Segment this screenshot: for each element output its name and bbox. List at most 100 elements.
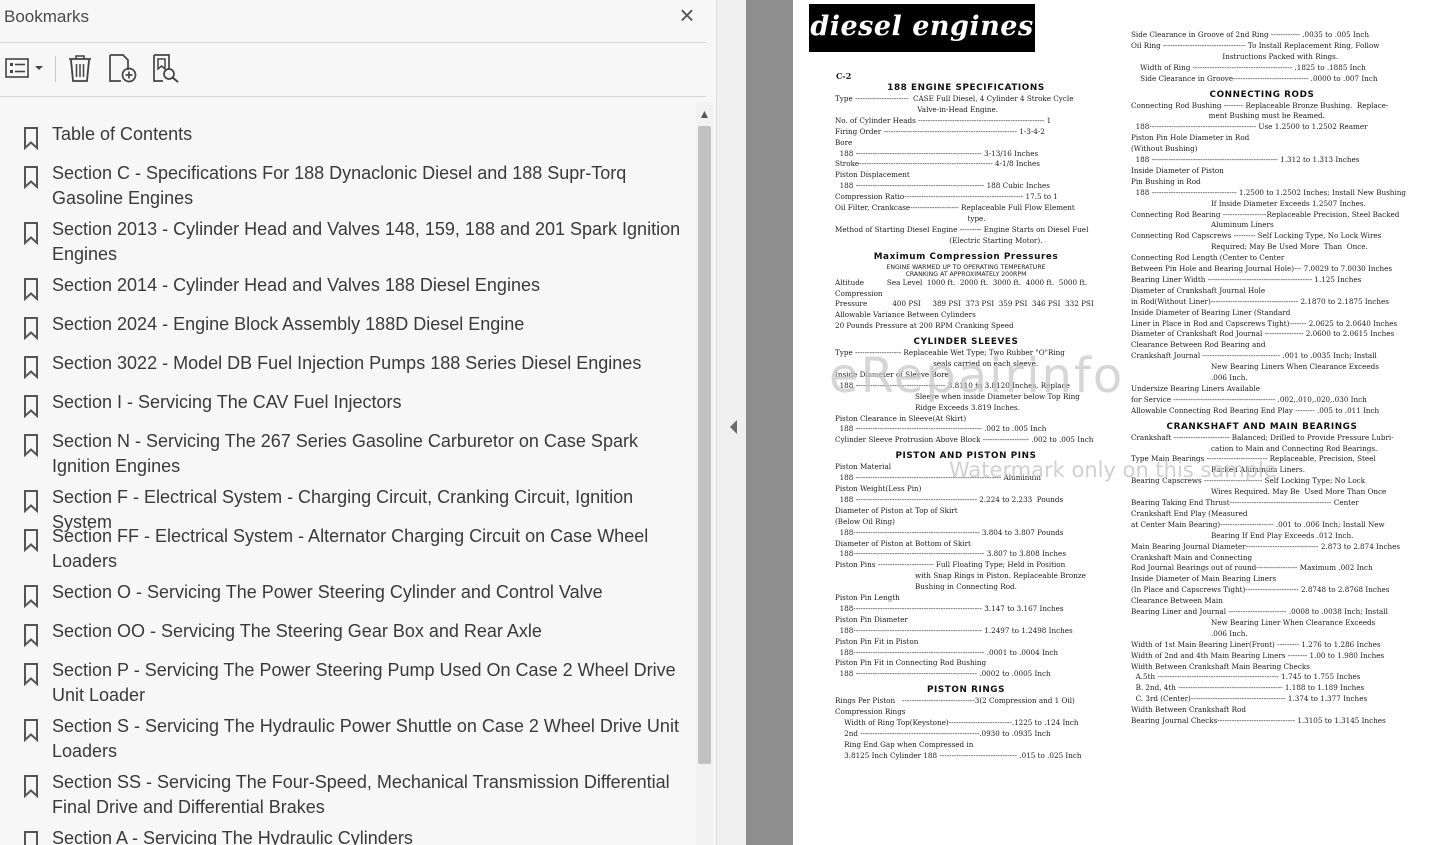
page-code: C-2	[836, 71, 852, 81]
spec-line: Connecting Rod Length (Center to Center	[1131, 253, 1285, 263]
spec-heading: 188 ENGINE SPECIFICATIONS	[887, 83, 1045, 93]
spec-line: Bearing Taking End Thrust---------------…	[1131, 498, 1359, 507]
spec-line: 3.8125 Inch Cylinder 188 ---------------…	[835, 750, 1082, 760]
spec-line: 188 ------------------------------------…	[835, 424, 1047, 434]
spec-line: Crankshaft End Play (Measured	[1131, 508, 1248, 518]
spec-heading: CYLINDER SLEEVES	[913, 337, 1019, 348]
bookmark-icon	[24, 624, 38, 647]
spec-line: 188-------------------------------------…	[1131, 122, 1368, 132]
bookmark-icon	[24, 127, 38, 150]
spec-line: 188 ------------------------------------…	[1131, 155, 1360, 164]
spec-line: Undersize Bearing Liners Available	[1131, 383, 1261, 393]
spec-line: Piston Pin Fit in Connecting Rod Bushing	[835, 658, 987, 668]
bookmark-icon	[24, 831, 38, 845]
bookmarks-panel: Bookmarks × Table of Contents Section C …	[0, 0, 716, 845]
spec-line: Piston Pins ----------------------- Full…	[835, 560, 1066, 570]
spec-line: 188-------------------------------------…	[835, 647, 1059, 657]
bookmark-icon	[24, 222, 38, 245]
bookmark-label: Section 3022 - Model DB Fuel Injection P…	[52, 353, 642, 373]
new-bookmark-button[interactable]	[104, 52, 140, 84]
spec-line: Compression Ratio-----------------------…	[835, 192, 1058, 202]
spec-heading: CRANKSHAFT AND MAIN BEARINGS	[1166, 421, 1358, 432]
collapse-panel-icon[interactable]	[728, 418, 740, 436]
spec-line: (In Place and Capscrews Tight)----------…	[1131, 585, 1390, 595]
close-icon[interactable]: ×	[676, 2, 698, 28]
spec-line: Bearing If End Play Exceeds .012 Inch.	[1131, 530, 1354, 540]
spec-line: Pressure 400 PSI 389 PSI 373 PSI 359 PSI…	[835, 299, 1094, 309]
spec-line: A.5th ----------------------------------…	[1131, 672, 1361, 682]
spec-line: ment Bushing must be Reamed.	[1131, 111, 1325, 121]
spec-line: Piston Clearance in Sleeve(At Skirt)	[835, 413, 967, 423]
spec-line: 188-------------------------------------…	[835, 527, 1064, 537]
spec-subheading: ENGINE WARMED UP TO OPERATING TEMPERATUR…	[886, 263, 1046, 271]
delete-bookmark-button[interactable]	[63, 52, 97, 84]
spec-line: Cylinder Sleeve Protrusion Above Block -…	[835, 435, 1094, 445]
spec-line: C. 3rd (Center)-------------------------…	[1131, 694, 1368, 704]
spec-line: Width Between Crankshaft Rod	[1131, 705, 1246, 715]
spec-line: Method of Starting Diesel Engine -------…	[835, 224, 1089, 234]
spec-line: B. 2nd, 4th ----------------------------…	[1131, 683, 1365, 693]
spec-line: Width of 2nd and 4th Main Bearing Liners…	[1131, 650, 1385, 660]
bookmark-label: Section 2024 - Engine Block Assembly 188…	[52, 314, 525, 334]
spec-line: Crankshaft Journal ---------------------…	[1131, 351, 1377, 361]
spec-line: Type ---------------------- CASE Full Di…	[835, 94, 1074, 103]
document-page: diesel engines C-2 188 ENGINE SPECIFICAT…	[793, 0, 1447, 845]
spec-line: .006 Inch.	[1131, 373, 1248, 382]
bookmark-label: Section P - Servicing The Power Steering…	[52, 660, 676, 705]
spec-line: at Center Main Bearing)-----------------…	[1131, 519, 1385, 529]
spec-line: Clearance Between Main	[1131, 596, 1223, 606]
bookmark-label: Section FF - Electrical System - Alterna…	[52, 526, 649, 571]
spec-line: Pin Bushing in Rod	[1131, 176, 1201, 186]
trash-icon	[69, 55, 91, 82]
spec-line: (Below Oil Ring)	[835, 516, 895, 526]
find-current-bookmark-button[interactable]	[147, 52, 183, 84]
bookmark-list: Table of Contents Section C - Specificati…	[0, 100, 694, 845]
spec-line: 188 ------------------------------------…	[835, 148, 1039, 158]
spec-line: Allowable Variance Between Cylinders	[835, 310, 976, 320]
scrollbar-thumb[interactable]	[698, 126, 711, 764]
bookmark-icon	[24, 529, 38, 552]
options-button[interactable]	[3, 52, 47, 84]
find-current-bookmark-icon	[153, 54, 179, 83]
spec-line: Crankshaft ----------------------- Balan…	[1131, 432, 1394, 442]
spec-line: Clearance Between Rod Bearing and	[1131, 340, 1266, 350]
spec-line: 188 ----------------------------------- …	[1131, 187, 1406, 197]
spec-line: Width Between Crankshaft Main Bearing Ch…	[1131, 661, 1310, 671]
spec-line: Valve-in-Head Engine.	[835, 104, 999, 114]
spec-line: Rod Journal Bearings out of round-------…	[1131, 563, 1373, 573]
spec-line: Bearing Journal Checks------------------…	[1131, 716, 1386, 725]
spec-line: Piston Pin Diameter	[835, 614, 908, 624]
spec-line: Liner in Place in Rod and Capscrews Tigh…	[1131, 318, 1398, 328]
spec-line: Bearing Liner Width --------------------…	[1131, 274, 1362, 284]
spec-line: 188-------------------------------------…	[835, 625, 1073, 635]
panel-title: Bookmarks	[4, 7, 90, 26]
toolbar-divider	[0, 96, 706, 97]
bookmark-icon	[24, 356, 38, 379]
spec-line: Side Clearance in Groove of 2nd Ring ---…	[1131, 30, 1370, 39]
spec-line: Connecting Rod Bearing -----------------…	[1131, 209, 1400, 219]
bookmark-icon	[24, 278, 38, 301]
bookmark-icon	[24, 585, 38, 608]
spec-line: Ring End Gap when Compressed in	[835, 739, 974, 749]
bookmark-icon	[24, 663, 38, 686]
spec-line: Inside Diameter of Piston	[1131, 165, 1224, 175]
scroll-up-icon[interactable]: ▲	[696, 104, 713, 124]
bookmark-label: Section A - Servicing The Hydraulic Cyli…	[52, 828, 413, 845]
bookmark-label: Section N - Servicing The 267 Series Gas…	[52, 431, 638, 476]
spec-line: for Service ----------------------------…	[1131, 394, 1367, 404]
spec-line: Inside Diameter of Bearing Liner (Standa…	[1131, 307, 1291, 317]
spec-line: Piston Displacement	[835, 170, 910, 180]
spec-line: Piston Pin Fit in Piston	[835, 636, 919, 646]
spec-line: New Bearing Liner When Clearance Exceeds	[1131, 617, 1376, 627]
bookmark-label: Section OO - Servicing The Steering Gear…	[52, 621, 542, 641]
spec-line: Aluminum Liners	[1131, 220, 1274, 230]
spec-line: Instructions Packed with Rings.	[1131, 51, 1339, 61]
spec-line: Side Clearance in Groove----------------…	[1131, 73, 1378, 83]
spec-line: Diameter of Piston at Top of Skirt	[835, 505, 958, 515]
spec-line: If Inside Diameter Exceeds 1.2507 Inches…	[1131, 198, 1366, 208]
toolbar-separator	[55, 56, 56, 82]
watermark-subtitle: Watermark only on this sample	[949, 458, 1277, 482]
spec-line: 188 ------------------------------------…	[835, 181, 1050, 191]
bookmark-label: Section 2013 - Cylinder Head and Valves …	[52, 219, 681, 264]
bookmark-label: Section O - Servicing The Power Steering…	[52, 582, 603, 602]
